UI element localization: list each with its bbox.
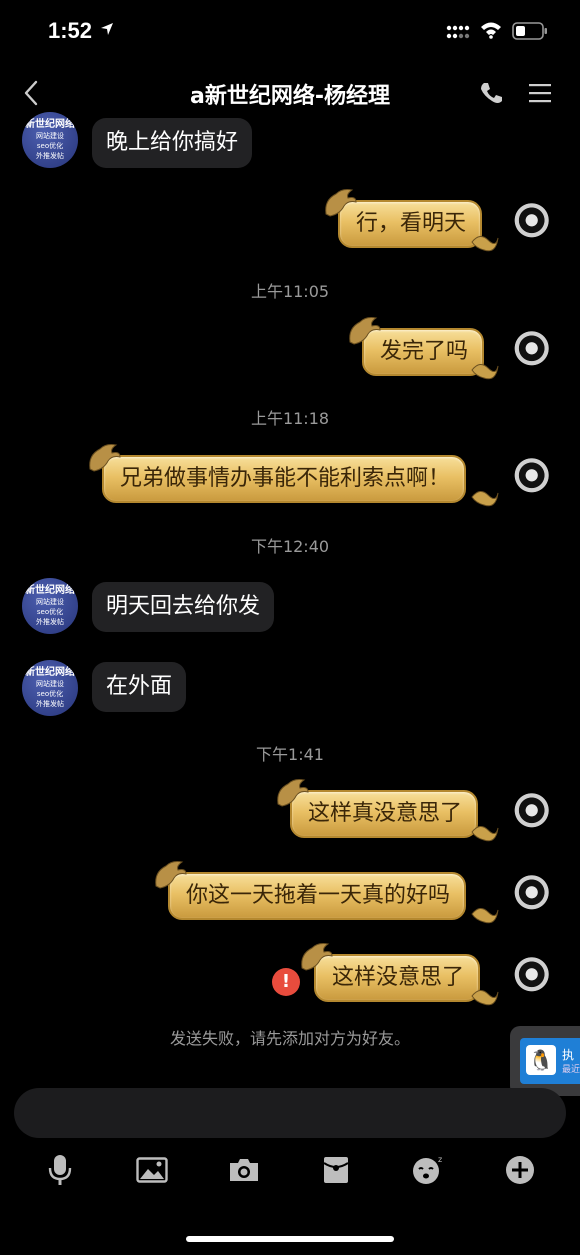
cellular-signal-icon	[446, 25, 470, 39]
input-toolbar: z	[0, 1150, 580, 1194]
timestamp: 上午11:05	[250, 282, 330, 301]
message-bubble-outgoing[interactable]: 你这一天拖着一天真的好吗	[168, 872, 467, 920]
phone-icon[interactable]	[478, 80, 504, 106]
location-arrow-icon	[101, 23, 113, 35]
message-bubble-incoming[interactable]: 晚上给你搞好	[92, 118, 253, 168]
swirl-decoration-icon	[471, 236, 499, 252]
qq-penguin-icon: 🐧	[526, 1045, 556, 1075]
dragon-decoration-icon	[349, 317, 381, 345]
dragon-decoration-icon	[301, 943, 333, 971]
svg-text:z: z	[438, 1155, 442, 1164]
status-time: 1:52	[48, 18, 93, 43]
contact-avatar[interactable]: 新世纪网络 网站建设 seo优化 外推发帖	[22, 112, 78, 168]
my-avatar[interactable]	[502, 868, 556, 922]
swirl-decoration-icon	[471, 491, 499, 507]
chat-screen: 1:52 a新世纪网络-杨经理 新世纪网络 网站建设 seo优化 外推发帖 晚上…	[0, 0, 580, 1255]
status-bar: 1:52	[0, 0, 580, 62]
contact-avatar[interactable]: 新世纪网络 网站建设 seo优化 外推发帖	[22, 660, 78, 716]
mic-icon[interactable]	[40, 1150, 80, 1190]
camera-icon[interactable]	[224, 1150, 264, 1190]
menu-icon[interactable]	[528, 82, 552, 104]
wifi-icon	[481, 22, 501, 39]
my-avatar[interactable]	[502, 786, 556, 840]
message-bubble-incoming[interactable]: 在外面	[92, 662, 187, 712]
red-packet-icon[interactable]	[316, 1150, 356, 1190]
message-bubble-outgoing[interactable]: 行，看明天	[338, 200, 483, 248]
dragon-decoration-icon	[325, 189, 357, 217]
my-avatar[interactable]	[502, 950, 556, 1004]
floating-widget[interactable]: 🐧 执 最近	[510, 1026, 580, 1096]
message-bubble-incoming[interactable]: 明天回去给你发	[92, 582, 275, 632]
image-icon[interactable]	[132, 1150, 172, 1190]
my-avatar[interactable]	[502, 324, 556, 378]
my-avatar[interactable]	[502, 451, 556, 505]
message-input[interactable]	[14, 1088, 566, 1138]
battery-icon	[512, 22, 547, 40]
swirl-decoration-icon	[471, 990, 499, 1006]
my-avatar[interactable]	[502, 196, 556, 250]
timestamp: 下午1:41	[256, 745, 324, 764]
message-bubble-outgoing[interactable]: 这样真没意思了	[290, 790, 479, 838]
emoji-icon[interactable]: z	[408, 1150, 448, 1190]
timestamp: 下午12:40	[250, 537, 330, 556]
send-failed-icon[interactable]: !	[272, 968, 300, 996]
floating-widget-title: 执	[562, 1048, 575, 1062]
dragon-decoration-icon	[155, 861, 187, 889]
floating-widget-card[interactable]: 🐧 执 最近	[520, 1038, 580, 1084]
dragon-decoration-icon	[277, 779, 309, 807]
swirl-decoration-icon	[471, 826, 499, 842]
nav-bar: a新世纪网络-杨经理	[0, 62, 580, 124]
swirl-decoration-icon	[471, 364, 499, 380]
plus-icon[interactable]	[500, 1150, 540, 1190]
message-bubble-outgoing[interactable]: 兄弟做事情办事能不能利索点啊！	[102, 455, 467, 503]
swirl-decoration-icon	[471, 908, 499, 924]
home-indicator	[186, 1236, 394, 1242]
dragon-decoration-icon	[89, 444, 121, 472]
contact-avatar[interactable]: 新世纪网络 网站建设 seo优化 外推发帖	[22, 578, 78, 634]
timestamp: 上午11:18	[250, 409, 330, 428]
message-bubble-outgoing[interactable]: 这样没意思了	[314, 954, 481, 1002]
floating-widget-subtitle: 最近	[562, 1065, 580, 1075]
send-failed-notice: 发送失败，请先添加对方为好友。	[169, 1029, 410, 1048]
